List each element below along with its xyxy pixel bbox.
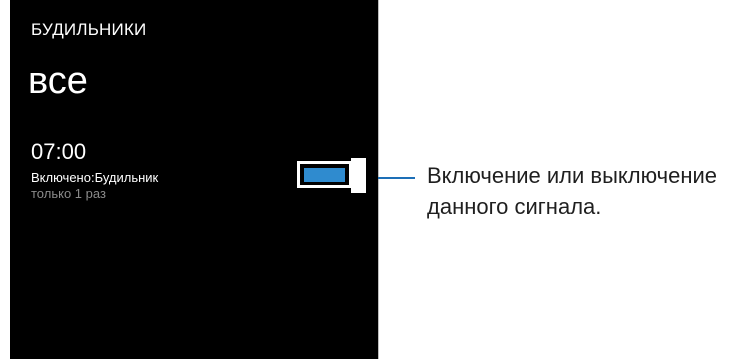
app-title: БУДИЛЬНИКИ [31, 20, 147, 39]
page-title[interactable]: все [28, 59, 88, 103]
toggle-on-fill [304, 168, 345, 182]
annotation-line-2: данного сигнала. [427, 194, 602, 219]
toggle-thumb[interactable] [351, 158, 366, 193]
manual-illustration: БУДИЛЬНИКИ все 07:00 Включено:Будильник … [0, 0, 756, 359]
alarm-repeat-label: только 1 раз [31, 186, 106, 201]
toggle-track [297, 161, 352, 188]
annotation-line-1: Включение или выключение [427, 163, 718, 188]
alarm-status-label: Включено:Будильник [31, 170, 159, 185]
alarm-time: 07:00 [31, 139, 87, 164]
alarm-list-item[interactable]: 07:00 Включено:Будильник только 1 раз [31, 139, 291, 209]
alarm-toggle[interactable] [297, 158, 379, 193]
annotation-callout-line [378, 177, 415, 179]
phone-screen: БУДИЛЬНИКИ все 07:00 Включено:Будильник … [10, 0, 379, 359]
toggle-annotation: Включение или выключение данного сигнала… [427, 160, 756, 222]
